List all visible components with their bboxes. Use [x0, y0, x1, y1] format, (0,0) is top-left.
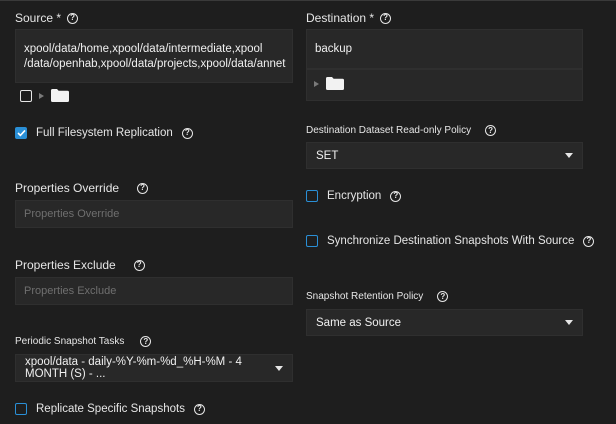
destination-readonly-policy-select[interactable]: SET: [306, 142, 583, 169]
snapshot-retention-policy-select[interactable]: Same as Source: [306, 309, 583, 336]
properties-exclude-help-icon[interactable]: ?: [133, 259, 145, 271]
source-help-icon[interactable]: ?: [67, 12, 79, 24]
sync-destination-snapshots-label: Synchronize Destination Snapshots With S…: [327, 235, 575, 247]
dropdown-arrow-icon: [565, 320, 573, 325]
destination-help-icon[interactable]: ?: [380, 12, 392, 24]
snapshot-retention-policy-help-icon[interactable]: ?: [437, 291, 449, 302]
destination-readonly-policy-label-row: Destination Dataset Read-only Policy ?: [306, 125, 497, 136]
replicate-specific-snapshots-label: Replicate Specific Snapshots: [36, 403, 185, 415]
properties-exclude-label: Properties Exclude: [15, 258, 116, 272]
periodic-snapshot-tasks-select[interactable]: xpool/data - daily-%Y-%m-%d_%H-%M - 4 MO…: [15, 354, 293, 382]
source-line-1: xpool/data/home,xpool/data/intermediate,…: [24, 43, 263, 55]
source-textarea[interactable]: xpool/data/home,xpool/data/intermediate,…: [15, 29, 293, 83]
full-filesystem-replication-row[interactable]: Full Filesystem Replication ?: [15, 127, 193, 139]
source-label: Source *: [15, 11, 62, 25]
periodic-snapshot-tasks-label: Periodic Snapshot Tasks: [15, 336, 125, 347]
dropdown-arrow-icon: [565, 153, 573, 158]
properties-override-input[interactable]: Properties Override: [15, 200, 293, 228]
sync-destination-snapshots-checkbox[interactable]: [306, 235, 318, 247]
sync-destination-snapshots-row[interactable]: Synchronize Destination Snapshots With S…: [306, 235, 595, 247]
destination-label-row: Destination * ?: [306, 11, 392, 25]
full-filesystem-replication-label: Full Filesystem Replication: [36, 127, 173, 139]
encryption-label: Encryption: [327, 190, 382, 202]
source-tree-checkbox[interactable]: [20, 89, 32, 102]
replicate-specific-snapshots-help-icon[interactable]: ?: [193, 403, 205, 415]
expand-arrow-icon[interactable]: [314, 80, 319, 87]
destination-readonly-policy-help-icon[interactable]: ?: [485, 125, 497, 136]
dropdown-arrow-icon: [275, 365, 283, 371]
destination-value: backup: [315, 42, 353, 55]
properties-exclude-input[interactable]: Properties Exclude: [15, 277, 293, 305]
encryption-checkbox[interactable]: [306, 190, 318, 202]
source-label-row: Source * ?: [15, 11, 79, 25]
full-filesystem-replication-checkbox[interactable]: [15, 127, 27, 139]
properties-exclude-label-row: Properties Exclude ?: [15, 258, 145, 272]
full-filesystem-replication-help-icon[interactable]: ?: [181, 127, 193, 139]
destination-tree-row: [314, 77, 344, 90]
folder-icon[interactable]: [326, 77, 344, 90]
periodic-snapshot-tasks-label-row: Periodic Snapshot Tasks ?: [15, 336, 152, 347]
properties-override-label-row: Properties Override ?: [15, 181, 149, 195]
snapshot-retention-policy-value: Same as Source: [316, 316, 402, 329]
top-divider: [0, 0, 616, 1]
destination-tree-panel: [306, 69, 583, 101]
check-icon: [16, 129, 26, 137]
encryption-help-icon[interactable]: ?: [390, 190, 402, 202]
periodic-snapshot-tasks-help-icon[interactable]: ?: [140, 336, 152, 347]
snapshot-retention-policy-label-row: Snapshot Retention Policy ?: [306, 291, 449, 302]
periodic-snapshot-tasks-value: xpool/data - daily-%Y-%m-%d_%H-%M - 4 MO…: [25, 356, 242, 380]
destination-readonly-policy-label: Destination Dataset Read-only Policy: [306, 125, 472, 136]
properties-override-placeholder: Properties Override: [24, 208, 120, 220]
source-tree-row: [20, 89, 69, 102]
replicate-specific-snapshots-checkbox[interactable]: [15, 403, 27, 415]
properties-override-label: Properties Override: [15, 181, 120, 195]
sync-destination-snapshots-help-icon[interactable]: ?: [583, 235, 595, 247]
properties-exclude-placeholder: Properties Exclude: [24, 285, 117, 297]
expand-arrow-icon[interactable]: [39, 92, 44, 99]
source-line-2: /data/openhab,xpool/data/projects,xpool/…: [24, 58, 286, 70]
properties-override-help-icon[interactable]: ?: [137, 182, 149, 194]
destination-input[interactable]: backup: [306, 29, 583, 69]
folder-icon[interactable]: [51, 89, 69, 102]
replicate-specific-snapshots-row[interactable]: Replicate Specific Snapshots ?: [15, 403, 205, 415]
encryption-row[interactable]: Encryption ?: [306, 190, 402, 202]
destination-readonly-policy-value: SET: [316, 149, 339, 162]
destination-label: Destination *: [306, 11, 375, 25]
snapshot-retention-policy-label: Snapshot Retention Policy: [306, 291, 424, 302]
